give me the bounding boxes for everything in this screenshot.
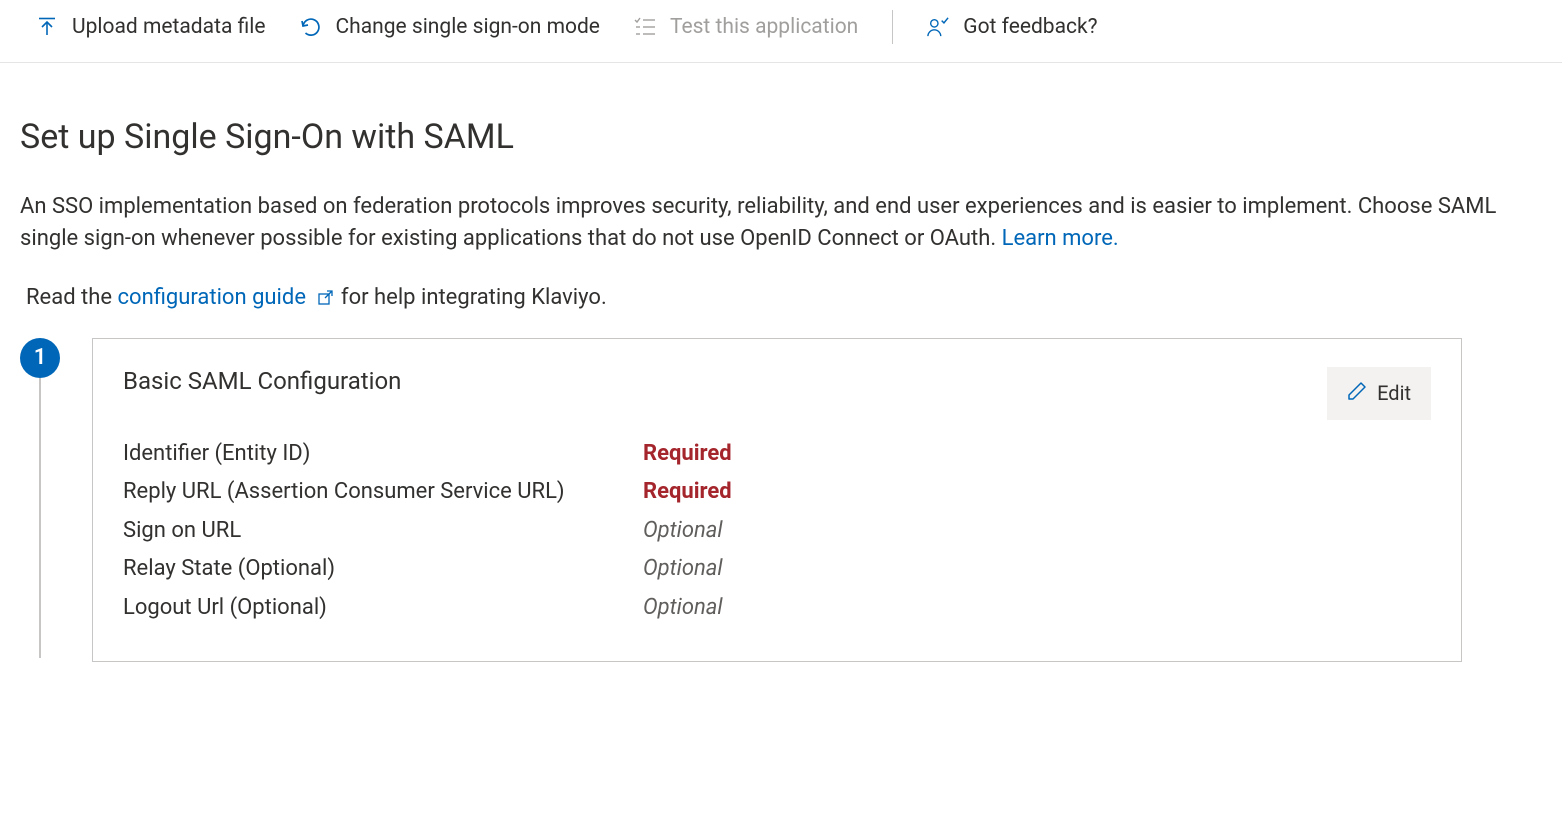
configuration-guide-link[interactable]: configuration guide bbox=[118, 285, 341, 310]
external-link-icon bbox=[312, 285, 339, 310]
change-mode-button[interactable]: Change single sign-on mode bbox=[299, 15, 599, 39]
config-value-optional: Optional bbox=[643, 589, 723, 628]
test-application-button: Test this application bbox=[634, 15, 858, 39]
config-label: Identifier (Entity ID) bbox=[123, 435, 643, 474]
feedback-button[interactable]: Got feedback? bbox=[927, 15, 1097, 39]
list-check-icon bbox=[634, 16, 656, 38]
undo-icon bbox=[299, 16, 321, 38]
config-row: Logout Url (Optional) Optional bbox=[123, 589, 1431, 628]
step-1-row: 1 Basic SAML Configuration Edit Identifi… bbox=[20, 338, 1542, 663]
config-row: Relay State (Optional) Optional bbox=[123, 550, 1431, 589]
pencil-icon bbox=[1347, 381, 1367, 406]
guide-suffix: for help integrating Klaviyo. bbox=[341, 285, 607, 310]
intro-paragraph: An SSO implementation based on federatio… bbox=[20, 191, 1542, 255]
step-1-marker: 1 bbox=[20, 338, 60, 378]
config-list: Identifier (Entity ID) Required Reply UR… bbox=[123, 435, 1431, 628]
toolbar-separator bbox=[892, 10, 893, 44]
guide-line: Read the configuration guide for help in… bbox=[26, 285, 1542, 310]
basic-saml-card: Basic SAML Configuration Edit Identifier… bbox=[92, 338, 1462, 663]
config-label: Sign on URL bbox=[123, 512, 643, 551]
config-value-required: Required bbox=[643, 435, 732, 474]
intro-text-body: An SSO implementation based on federatio… bbox=[20, 194, 1496, 251]
test-application-label: Test this application bbox=[670, 15, 858, 39]
feedback-label: Got feedback? bbox=[963, 15, 1097, 39]
card-title: Basic SAML Configuration bbox=[123, 367, 401, 395]
config-label: Reply URL (Assertion Consumer Service UR… bbox=[123, 473, 643, 512]
guide-prefix: Read the bbox=[26, 285, 118, 310]
main-content: Set up Single Sign-On with SAML An SSO i… bbox=[0, 63, 1562, 662]
step-rail bbox=[39, 378, 41, 658]
toolbar: Upload metadata file Change single sign-… bbox=[0, 0, 1562, 63]
config-label: Logout Url (Optional) bbox=[123, 589, 643, 628]
config-value-optional: Optional bbox=[643, 550, 723, 589]
change-mode-label: Change single sign-on mode bbox=[335, 15, 599, 39]
page-title: Set up Single Sign-On with SAML bbox=[20, 117, 1542, 157]
upload-metadata-label: Upload metadata file bbox=[72, 15, 265, 39]
config-value-required: Required bbox=[643, 473, 732, 512]
config-value-optional: Optional bbox=[643, 512, 723, 551]
upload-metadata-button[interactable]: Upload metadata file bbox=[36, 15, 265, 39]
config-row: Reply URL (Assertion Consumer Service UR… bbox=[123, 473, 1431, 512]
upload-icon bbox=[36, 16, 58, 38]
step-marker-column: 1 bbox=[20, 338, 60, 658]
configuration-guide-link-label: configuration guide bbox=[118, 285, 306, 310]
config-row: Identifier (Entity ID) Required bbox=[123, 435, 1431, 474]
person-feedback-icon bbox=[927, 16, 949, 38]
card-header: Basic SAML Configuration Edit bbox=[123, 367, 1431, 435]
edit-button-label: Edit bbox=[1377, 381, 1411, 405]
edit-button[interactable]: Edit bbox=[1327, 367, 1431, 420]
config-label: Relay State (Optional) bbox=[123, 550, 643, 589]
config-row: Sign on URL Optional bbox=[123, 512, 1431, 551]
learn-more-link[interactable]: Learn more. bbox=[1002, 226, 1119, 251]
